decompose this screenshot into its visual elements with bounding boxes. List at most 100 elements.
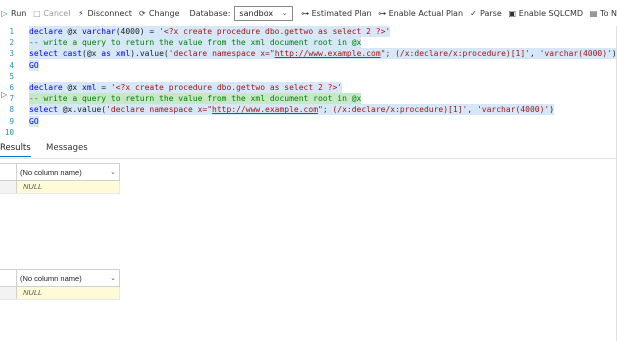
sqlcmd-icon: ▣ [508,8,517,18]
plan-icon: ⊶ [301,8,310,18]
estimated-plan-label: Estimated Plan [311,8,372,18]
enable-sqlcmd-button[interactable]: ▣ Enable SQLCMD [508,9,583,18]
code-line[interactable]: 1 declare @x varchar(4000) = '<?x create … [0,26,617,37]
line-number: 9 [9,116,14,126]
code-text: declare @x xml = '<?x create procedure d… [29,82,343,93]
change-icon: ⟳ [139,8,146,18]
code-token: as [101,49,111,59]
chevron-down-icon[interactable]: ⌄ [107,274,119,282]
code-text: GO [29,59,39,71]
code-line[interactable]: 7 -- write a query to return the value fr… [0,93,617,105]
parse-button[interactable]: ✓ Parse [469,9,502,18]
column-header[interactable]: (No column name) [17,168,107,177]
code-token: (@x [82,49,102,59]
enable-actual-plan-button[interactable]: ⊶ Enable Actual Plan [378,9,463,18]
notebook-icon: ▤ [589,8,598,18]
check-icon: ✓ [470,8,477,18]
code-token: '<?x create procedure dbo.gettwo as sele… [159,27,391,36]
code-token: , [467,105,477,115]
play-icon: ▷ [1,8,8,18]
code-token: -- write a query to return the value fro… [29,94,362,104]
code-line[interactable]: 4 GO [0,59,617,71]
line-number: 10 [4,127,14,137]
null-cell[interactable]: NULL [17,181,120,193]
result-grid-2[interactable]: (No column name) ⌄ NULL [0,269,120,300]
code-token: @x [62,27,82,36]
grid-header: (No column name) ⌄ [0,163,120,181]
code-line[interactable]: 6 declare @x xml = '<?x create procedure … [0,82,617,93]
line-number: 4 [9,60,14,70]
line-number: 2 [9,38,14,48]
results-tab-bar: Results Messages [0,140,617,159]
change-connection-button[interactable]: ⟳ Change [138,9,180,18]
code-text: -- write a query to return the value fro… [29,37,362,49]
row-selector[interactable] [0,181,17,193]
enable-actual-plan-label: Enable Actual Plan [388,8,464,18]
code-line[interactable]: 10 [0,127,617,138]
code-token: = [96,83,111,92]
stop-icon: □ [33,8,41,18]
code-editor[interactable]: 1 declare @x varchar(4000) = '<?x create … [0,26,617,137]
code-token: 'declare namespace x=" [168,49,275,59]
disconnect-icon: ⚡ [78,8,84,18]
run-button[interactable]: ▷ Run [0,9,26,18]
actual-plan-icon: ⊶ [378,8,387,18]
code-text: GO [29,115,39,127]
grid-header: (No column name) ⌄ [0,269,120,287]
code-token: (4000) = [115,27,160,36]
database-value: sandbox [239,8,274,18]
null-cell[interactable]: NULL [17,287,120,299]
database-select[interactable]: sandbox ⌄ [234,5,293,21]
code-token: 'declare namespace x=" [106,105,213,115]
code-token: http://www.example.com [274,49,381,59]
code-token: xml [81,83,97,92]
to-notebook-button[interactable]: ▤ To N [589,9,617,18]
code-line[interactable]: 3 select cast(@x as xml).value('declare n… [0,48,617,60]
select-all-cell[interactable] [0,164,17,180]
code-token: "; (/x:declare/x:procedure)[1]' [380,49,530,59]
chevron-down-icon[interactable]: ⌄ [107,168,119,176]
code-text: select cast(@x as xml).value('declare na… [29,48,617,60]
line-number: 1 [9,27,14,36]
code-token: 'varchar(4000)' [476,105,550,115]
tab-messages[interactable]: Messages [46,143,88,153]
run-label: Run [11,8,27,18]
code-line[interactable]: 9 GO [0,115,617,127]
code-token: ) [549,105,555,115]
enable-sqlcmd-label: Enable SQLCMD [518,8,584,18]
estimated-plan-button[interactable]: ⊶ Estimated Plan [301,8,372,18]
table-row: NULL [0,181,120,194]
cancel-label: Cancel [43,8,71,18]
code-token: "; (/x:declare/x:procedure)[1]' [318,105,468,115]
database-label: Database: [189,8,231,18]
parse-label: Parse [480,8,502,18]
code-text: -- write a query to return the value fro… [29,93,362,105]
result-grid-1[interactable]: (No column name) ⌄ NULL [0,163,120,194]
code-token: select [29,49,58,59]
line-number: 8 [9,105,14,115]
code-token: varchar [81,27,116,36]
table-row: NULL [0,287,120,300]
code-token: GO [29,60,39,70]
select-all-cell[interactable] [0,270,17,286]
code-token: , [529,49,540,59]
code-line[interactable]: 2 -- write a query to return the value fr… [0,37,617,49]
column-header[interactable]: (No column name) [17,274,107,283]
disconnect-button[interactable]: ⚡ Disconnect [76,8,132,18]
code-line[interactable]: 5 [0,71,617,82]
tab-results[interactable]: Results [0,143,31,157]
row-selector[interactable] [0,287,17,299]
line-number: 5 [9,71,14,81]
chevron-down-icon: ⌄ [281,9,288,17]
code-token: @x [62,83,82,92]
cancel-button[interactable]: □ Cancel [32,9,70,18]
change-label: Change [148,8,180,18]
code-token: declare [29,27,63,36]
cursor-arrow-icon: ▷ [1,90,8,99]
code-token: -- write a query to return the value fro… [29,38,362,48]
code-token: xml [115,49,131,59]
code-text: declare @x varchar(4000) = '<?x create p… [29,26,391,37]
line-number: 3 [9,49,14,59]
code-token: 'varchar(4000)' [539,49,612,59]
code-line[interactable]: 8 select @x.value('declare namespace x="h… [0,104,617,116]
